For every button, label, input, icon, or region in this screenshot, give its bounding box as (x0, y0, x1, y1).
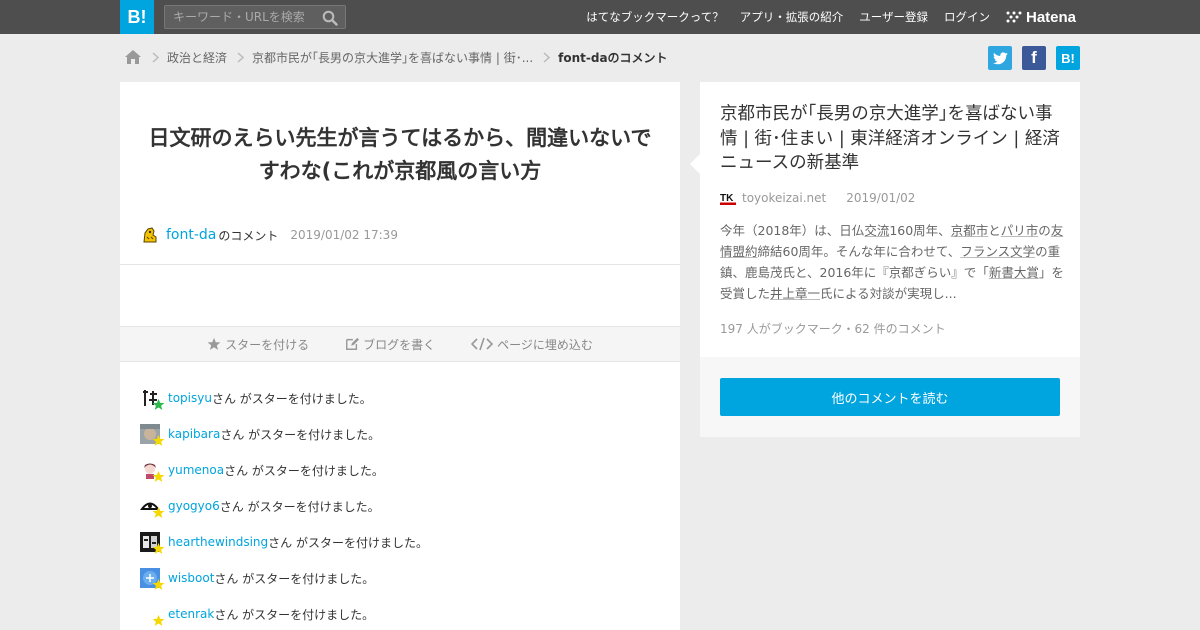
star-user-avatar[interactable] (140, 460, 165, 482)
star-list-item: gyogyo6 さん がスターを付けました。 (140, 488, 428, 524)
edit-icon (346, 337, 360, 350)
comment-author-suffix: のコメント (218, 228, 279, 243)
twitter-share-button[interactable] (988, 46, 1012, 70)
star-text: さん がスターを付けました。 (224, 463, 384, 478)
star-icon (152, 542, 165, 554)
more-comments-panel: 他のコメントを読む (700, 357, 1080, 437)
keyword-link[interactable]: 京都市 (951, 223, 989, 238)
star-text: さん がスターを付けました。 (211, 391, 372, 406)
entry-date: 2019/01/02 (846, 191, 916, 205)
comment-author-name[interactable]: font-da (166, 227, 216, 243)
star-user-avatar[interactable] (140, 424, 165, 446)
code-icon (471, 337, 494, 351)
add-star-label: スターを付ける (225, 337, 310, 352)
nav-login[interactable]: ログイン (944, 9, 990, 25)
site-favicon-icon: TK (720, 193, 736, 205)
card-pointer (690, 154, 700, 174)
search-icon[interactable] (322, 10, 338, 26)
keyword-link[interactable]: パリ市 (1001, 223, 1039, 238)
chevron-right-icon (152, 51, 159, 63)
chevron-right-icon (543, 51, 551, 63)
star-text: さん がスターを付けました。 (219, 499, 380, 514)
embed-button[interactable]: ページに埋め込む (471, 336, 593, 353)
star-icon (152, 398, 165, 410)
top-navbar: B! はてなブックマークって？ アプリ・拡張の紹介 ユーザー登録 ログイン Ha… (0, 0, 1200, 34)
star-icon (152, 470, 165, 482)
nav-register[interactable]: ユーザー登録 (859, 9, 928, 25)
breadcrumb: 政治と経済 京都市民が｢長男の京大進学｣を喜ばない事情 | 街･... font… (124, 46, 668, 68)
divider (120, 264, 680, 265)
embed-label: ページに埋め込む (497, 337, 593, 352)
star-text: さん がスターを付けました。 (214, 607, 375, 622)
star-user-name[interactable]: gyogyo6 (168, 499, 220, 513)
header-nav: はてなブックマークって？ アプリ・拡張の紹介 ユーザー登録 ログイン (586, 0, 990, 34)
keyword-link[interactable]: 交流 (864, 223, 889, 238)
write-blog-label: ブログを書く (363, 337, 436, 352)
keyword-link[interactable]: 井上章一 (770, 286, 820, 301)
star-text: さん がスターを付けました。 (220, 427, 381, 442)
nav-about[interactable]: はてなブックマークって？ (586, 9, 723, 25)
hatena-bookmark-share-button[interactable]: B! (1056, 46, 1080, 70)
star-list-item: topisyu さん がスターを付けました。 (140, 380, 428, 416)
write-blog-button[interactable]: ブログを書く (345, 336, 435, 353)
comment-text: 日文研のえらい先生が言うてはるから、間違いないですわな(これが京都風の言い方 (148, 126, 652, 183)
keyword-link[interactable]: 新書大賞 (989, 265, 1039, 280)
add-star-button[interactable]: スターを付ける (207, 336, 309, 353)
hatena-mark-icon (1006, 11, 1022, 23)
search-box[interactable] (164, 5, 346, 29)
comment-author-row: font-da のコメント 2019/01/02 17:39 (140, 224, 398, 246)
nav-apps[interactable]: アプリ・拡張の紹介 (740, 9, 844, 25)
search-input[interactable] (165, 6, 315, 28)
star-user-name[interactable]: topisyu (168, 391, 212, 405)
star-user-avatar[interactable] (140, 388, 165, 410)
star-user-avatar[interactable] (140, 532, 165, 554)
star-icon (152, 614, 165, 626)
star-list-item: wisboot さん がスターを付けました。 (140, 560, 428, 596)
star-list-item: kapibara さん がスターを付けました。 (140, 416, 428, 452)
star-user-avatar[interactable] (140, 496, 165, 518)
star-icon (152, 434, 165, 446)
star-list-item: yumenoa さん がスターを付けました。 (140, 452, 428, 488)
star-user-name[interactable]: wisboot (168, 571, 214, 585)
facebook-share-button[interactable]: f (1022, 46, 1046, 70)
keyword-link[interactable]: フランス文学 (960, 244, 1035, 259)
user-avatar[interactable] (140, 225, 160, 245)
hatena-brand-text: Hatena (1026, 8, 1077, 26)
star-list: topisyu さん がスターを付けました。 kapibara さん がスターを付け… (140, 380, 428, 630)
hatena-bookmark-logo[interactable]: B! (120, 0, 154, 34)
star-user-name[interactable]: kapibara (168, 427, 220, 441)
favicon-text: TK (720, 193, 734, 204)
breadcrumb-entry[interactable]: 京都市民が｢長男の京大進学｣を喜ばない事情 | 街･... (252, 49, 533, 66)
chevron-right-icon (237, 51, 245, 63)
share-buttons: f B! (988, 46, 1080, 70)
entry-site[interactable]: toyokeizai.net (742, 191, 826, 205)
star-user-name[interactable]: etenrak (168, 607, 214, 621)
entry-summary: 今年（2018年）は、日仏交流160周年、京都市とパリ市の友情盟約締結60周年。… (720, 223, 1064, 301)
entry-source-row: TK toyokeizai.net 2019/01/02 (720, 190, 915, 206)
star-text: さん がスターを付けました。 (268, 535, 428, 550)
entry-card: 京都市民が｢長男の京大進学｣を喜ばない事情 | 街･住まい | 東洋経済オンライ… (690, 82, 1080, 357)
hatena-brand[interactable]: Hatena (1006, 0, 1076, 34)
star-icon (207, 337, 221, 350)
home-icon[interactable] (124, 49, 142, 65)
star-icon (152, 506, 165, 518)
comment-actions: スターを付ける ブログを書く ページに埋め込む (120, 326, 680, 362)
star-list-item: hearthewindsing さん がスターを付けました。 (140, 524, 428, 560)
star-user-avatar[interactable] (140, 604, 165, 626)
entry-title-link[interactable]: 京都市民が｢長男の京大進学｣を喜ばない事情 | 街･住まい | 東洋経済オンライ… (720, 102, 1065, 176)
twitter-icon (992, 51, 1008, 64)
star-user-avatar[interactable] (140, 568, 165, 590)
comment-date[interactable]: 2019/01/02 17:39 (290, 228, 398, 242)
comment-card: 日文研のえらい先生が言うてはるから、間違いないですわな(これが京都風の言い方 f… (120, 82, 680, 630)
breadcrumb-current: font-daのコメント (558, 50, 668, 65)
star-user-name[interactable]: hearthewindsing (168, 535, 268, 549)
star-text: さん がスターを付けました。 (214, 571, 375, 586)
star-list-item: etenrak さん がスターを付けました。 (140, 596, 428, 630)
breadcrumb-category[interactable]: 政治と経済 (167, 49, 227, 66)
bookmark-count[interactable]: 197 人がブックマーク・62 件のコメント (720, 320, 946, 337)
read-other-comments-button[interactable]: 他のコメントを読む (720, 378, 1060, 416)
star-icon (152, 578, 165, 590)
star-user-name[interactable]: yumenoa (168, 463, 224, 477)
